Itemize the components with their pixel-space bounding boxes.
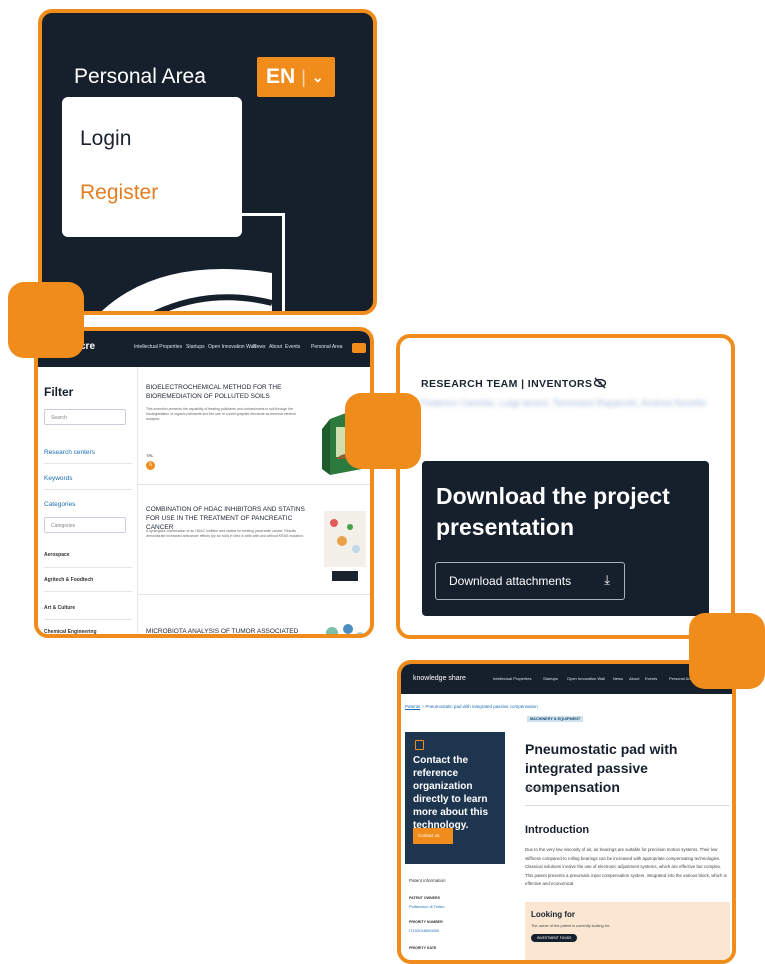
language-divider: | — [301, 66, 306, 87]
download-heading: Download the project presentation — [436, 483, 670, 540]
list-item[interactable]: COMBINATION OF HDAC INHIBITORS AND STATI… — [138, 485, 370, 595]
download-icon: ⤓ — [604, 572, 610, 587]
patent-owners-label: PATENT OWNERS — [409, 896, 441, 900]
search-input[interactable]: Search — [44, 409, 126, 425]
research-team-panel: RESEARCH TEAM | INVENTORS Federico Cerio… — [396, 334, 735, 639]
divider — [44, 619, 132, 620]
looking-for-box: Looking for The owner of the patent is c… — [525, 902, 730, 960]
reference-code: REFERENCE: DT0748 — [526, 786, 568, 791]
nav-intellectual-properties[interactable]: Intellectual Properties — [134, 344, 182, 350]
language-code: EN — [266, 65, 296, 88]
item-title[interactable]: MICROBIOTA ANALYSIS OF TUMOR ASSOCIATED … — [146, 627, 316, 634]
divider — [44, 591, 132, 592]
document-icon — [415, 740, 424, 750]
category-agritech[interactable]: Agritech & Foodtech — [44, 577, 93, 583]
trl-label: TRL — [146, 453, 154, 458]
nav-startups[interactable]: Startups — [543, 676, 558, 681]
divider — [44, 489, 132, 490]
patent-information-label: Patent information — [409, 878, 446, 883]
introduction-heading: Introduction — [525, 824, 590, 836]
priority-date-label: PRIORITY DATE — [409, 946, 437, 950]
contact-box: Contact the reference organization direc… — [405, 732, 505, 864]
research-team-heading: RESEARCH TEAM | INVENTORS — [421, 378, 593, 390]
list-item[interactable]: BIOELECTROCHEMICAL METHOD FOR THE BIOREM… — [138, 367, 370, 485]
filter-sidebar: Filter Search Research centers Keywords … — [38, 367, 138, 634]
inventor-names: Federico Ceriotto, Luigi Ianoni, Tommaso… — [421, 398, 706, 409]
contact-button-label: Contact us — [418, 833, 440, 838]
download-button-label: Download attachments — [449, 574, 572, 588]
download-attachments-button[interactable]: Download attachments ⤓ — [435, 562, 625, 600]
nav-intellectual-properties[interactable]: Intellectual Properties — [493, 676, 531, 681]
categories-input[interactable]: Categories — [44, 517, 126, 533]
looking-for-tag: INVESTMENT FUNDS — [531, 934, 578, 942]
introduction-text: Due to the very low viscosity of air, ai… — [525, 847, 727, 886]
filter-research-centers[interactable]: Research centers — [44, 449, 95, 456]
personal-area-toggle[interactable]: Personal Area — [74, 65, 206, 89]
patent-owners-value[interactable]: Politecnico di Torino — [409, 904, 445, 909]
filter-categories[interactable]: Categories — [44, 501, 75, 508]
contact-us-button[interactable]: Contact us — [413, 828, 453, 844]
contact-text: Contact the reference organization direc… — [413, 755, 489, 831]
divider — [44, 463, 132, 464]
chevron-up-icon[interactable]: ⌃ — [194, 68, 207, 86]
list-item[interactable]: MICROBIOTA ANALYSIS OF TUMOR ASSOCIATED … — [138, 595, 370, 634]
item-title[interactable]: BIOELECTROCHEMICAL METHOD FOR THE BIOREM… — [146, 383, 316, 401]
looking-for-text: The owner of the patent is currently loo… — [531, 924, 611, 928]
personal-area-dropdown: Login Register — [62, 97, 242, 237]
category-aerospace[interactable]: Aerospace — [44, 552, 70, 558]
orange-square-decoration — [689, 613, 765, 689]
divider — [44, 567, 132, 568]
priority-number-label: PRIORITY NUMBER — [409, 920, 443, 924]
personal-area-panel: Personal Area ⌃ EN | ⌄ Login Register — [38, 9, 377, 315]
divider — [525, 805, 730, 806]
nav-news[interactable]: News — [613, 676, 623, 681]
trl-value: 6 — [146, 461, 155, 470]
nav-open-innovation-wall[interactable]: Open Innovation Wall — [208, 344, 256, 350]
nav-news[interactable]: News — [253, 344, 266, 350]
category-badge: MACHINERY & EQUIPMENT — [527, 716, 584, 722]
language-selector[interactable]: EN | ⌄ — [257, 57, 335, 97]
filter-title: Filter — [44, 385, 74, 399]
technology-detail-panel: knowledge share Intellectual Properties … — [397, 660, 736, 964]
results-list: BIOELECTROCHEMICAL METHOD FOR THE BIOREM… — [138, 367, 370, 634]
filter-keywords[interactable]: Keywords — [44, 475, 73, 482]
category-art-culture[interactable]: Art & Culture — [44, 605, 75, 611]
item-thumbnail — [326, 624, 364, 634]
looking-for-heading: Looking for — [531, 910, 575, 919]
top-navbar: knowledge share Intellectual Properties … — [401, 664, 732, 694]
nav-about[interactable]: About — [629, 676, 639, 681]
nav-events[interactable]: Events — [645, 676, 657, 681]
priority-number-value: IT102018000000 — [409, 928, 440, 933]
site-logo[interactable]: knowledge share — [413, 675, 466, 682]
breadcrumb-current: Pneumostatic pad with integrated passive… — [425, 704, 538, 709]
chevron-down-icon: ⌄ — [311, 68, 324, 85]
orange-square-decoration — [345, 393, 421, 469]
nav-personal-area[interactable]: Personal Area — [311, 344, 342, 350]
nav-open-innovation-wall[interactable]: Open Innovation Wall — [567, 676, 605, 681]
breadcrumb: Patents > Pneumostatic pad with integrat… — [405, 704, 538, 709]
item-description: A synergistic combination of an HDAC inh… — [146, 529, 304, 538]
nav-events[interactable]: Events — [285, 344, 300, 350]
nav-startups[interactable]: Startups — [186, 344, 205, 350]
language-button[interactable] — [352, 343, 366, 353]
item-title[interactable]: COMBINATION OF HDAC INHIBITORS AND STATI… — [146, 505, 316, 532]
item-thumbnail — [324, 511, 366, 581]
category-chemical-engineering[interactable]: Chemical Engineering — [44, 629, 97, 634]
download-presentation-box: Download the project presentation Downlo… — [422, 461, 709, 616]
eye-off-icon[interactable] — [593, 376, 607, 390]
listing-panel: cre Intellectual Properties Startups Ope… — [34, 327, 374, 638]
item-description: This invention presents the capability o… — [146, 407, 297, 421]
orange-square-decoration — [8, 282, 84, 358]
nav-about[interactable]: About — [269, 344, 282, 350]
login-menu-item[interactable]: Login — [80, 127, 131, 151]
breadcrumb-patents[interactable]: Patents — [405, 704, 420, 709]
top-navbar: cre Intellectual Properties Startups Ope… — [38, 331, 370, 367]
register-menu-item[interactable]: Register — [80, 181, 158, 205]
